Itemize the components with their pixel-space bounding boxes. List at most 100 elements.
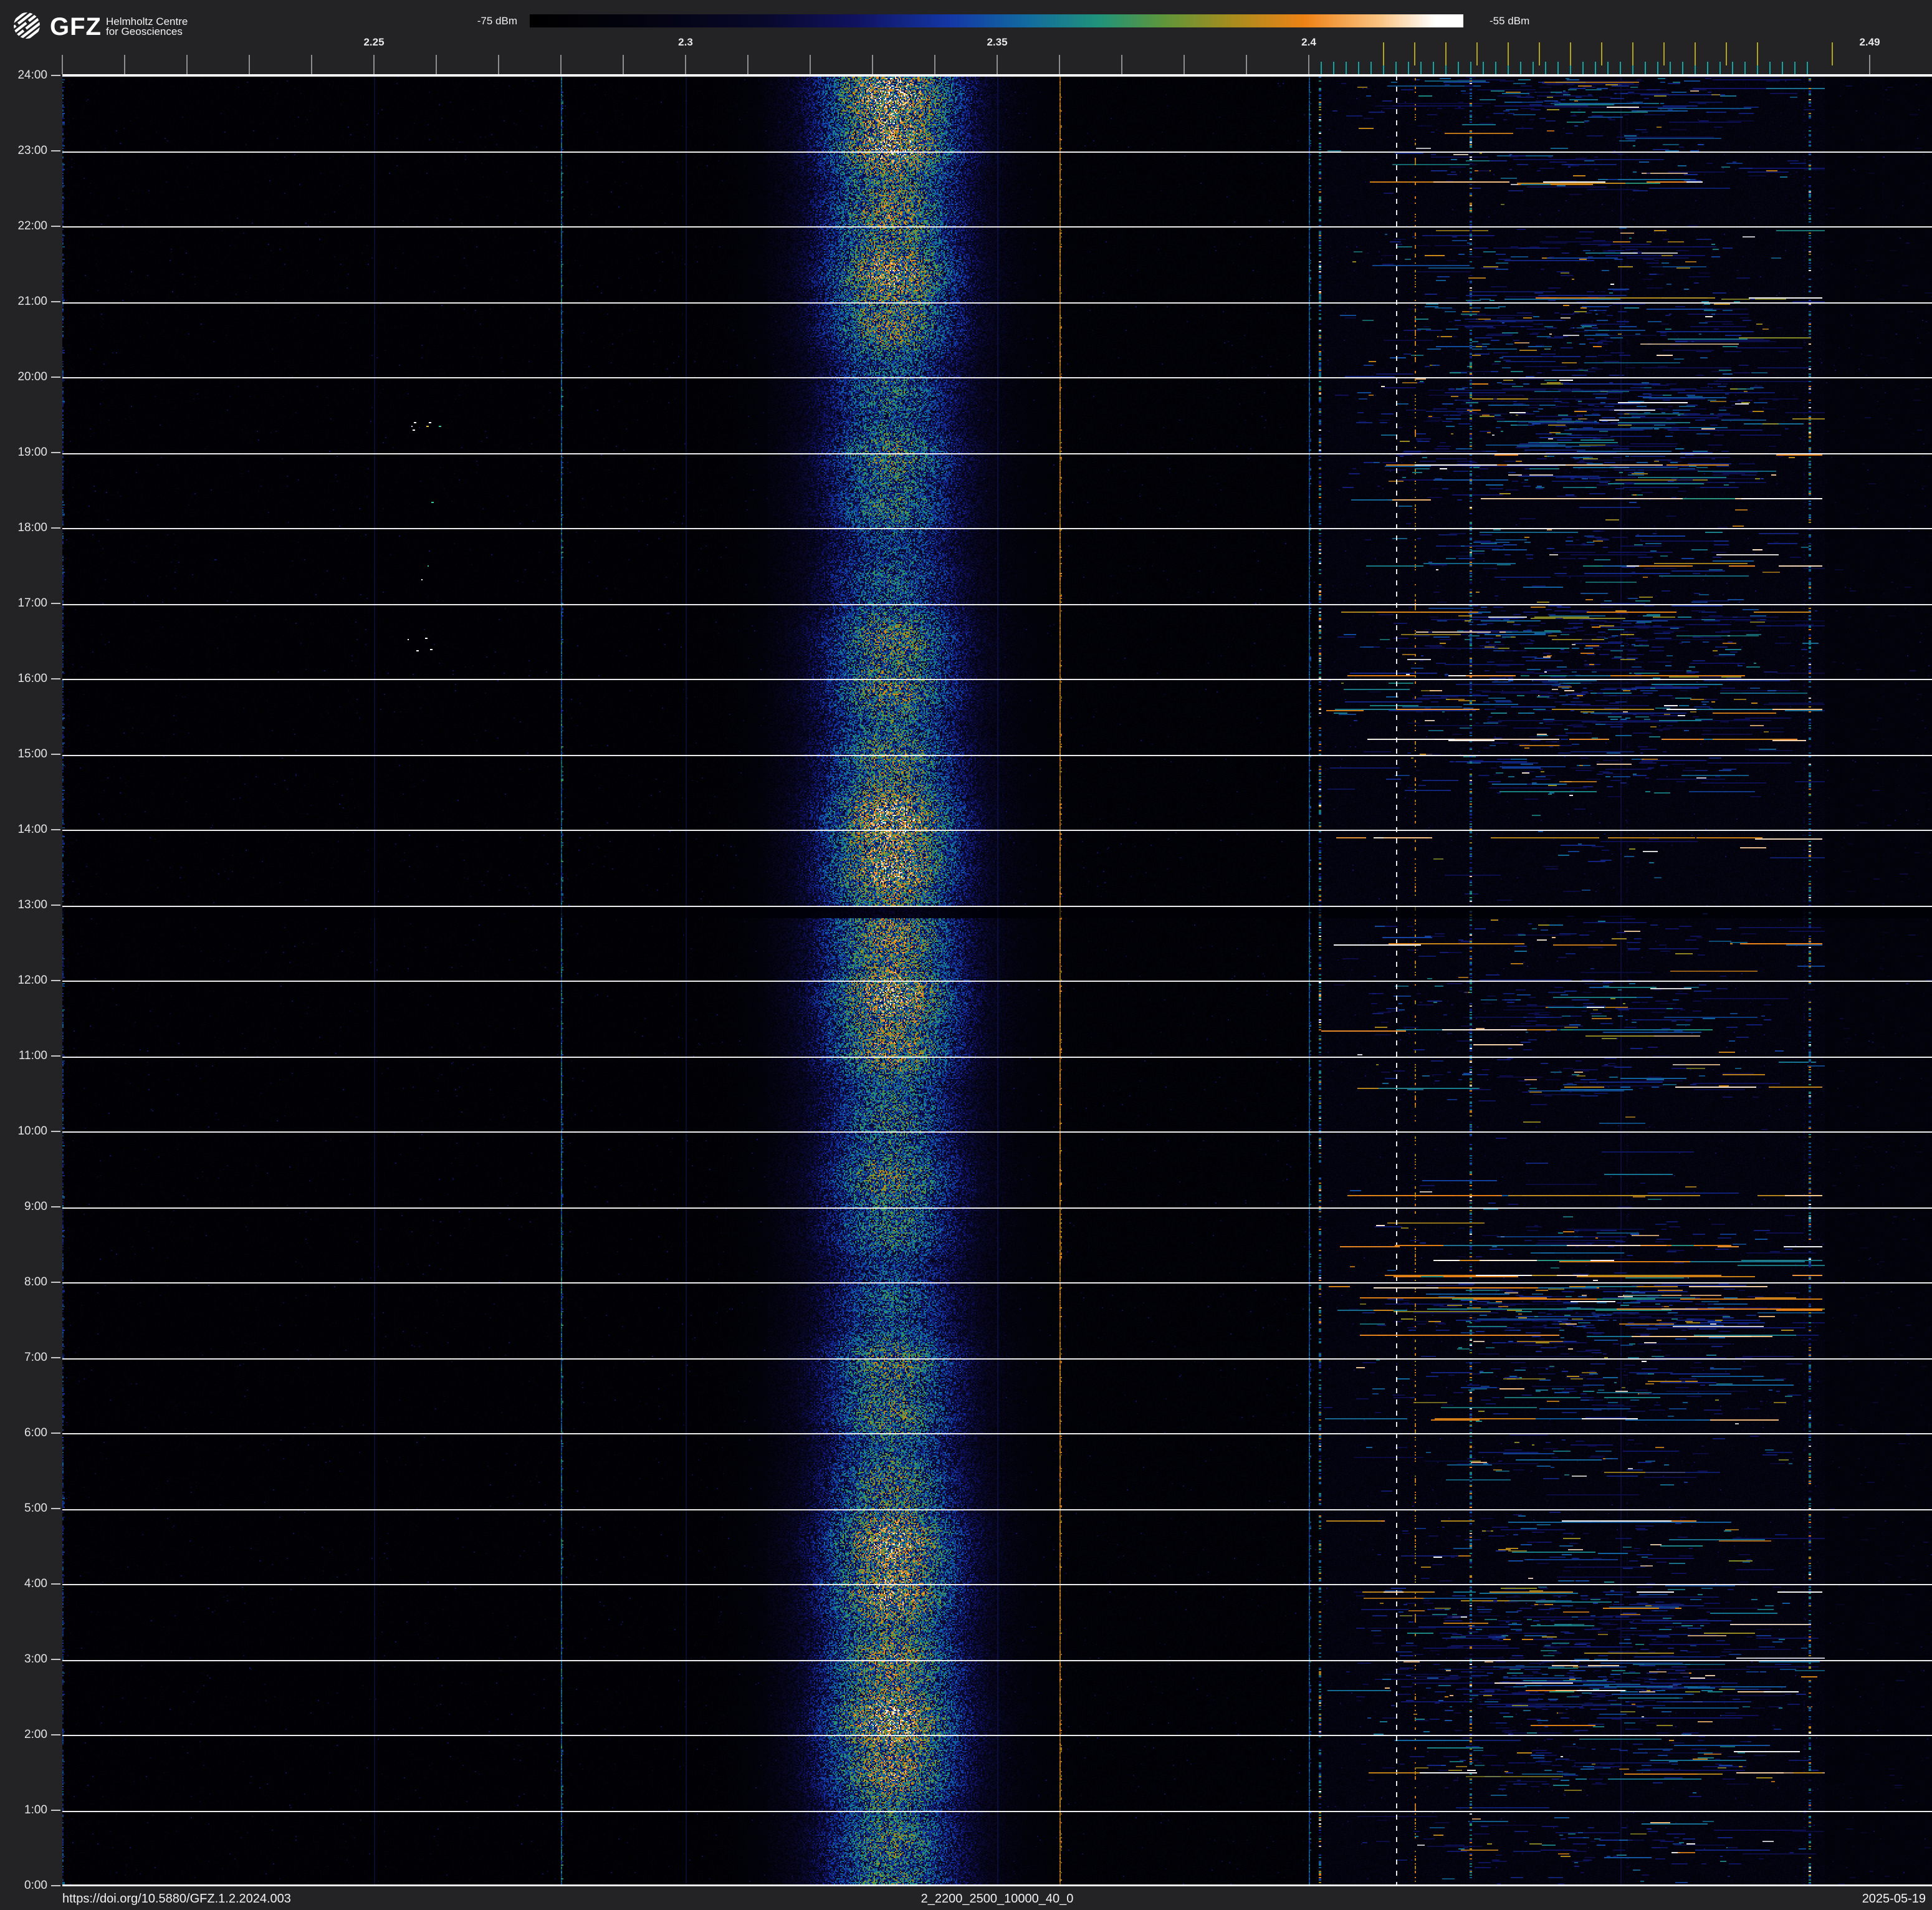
- time-tick-label: 2:00: [24, 1728, 47, 1741]
- frequency-tick: [249, 55, 250, 74]
- time-tick-label: 23:00: [17, 144, 47, 157]
- logo-subtitle-line2: for Geosciences: [106, 26, 183, 37]
- time-tick-label: 24:00: [17, 69, 47, 82]
- footer-dataset-id: 2_2200_2500_10000_40_0: [921, 1892, 1074, 1906]
- time-tick: [51, 1055, 60, 1057]
- time-tick-label: 3:00: [24, 1653, 47, 1666]
- wifi-channel-tick: [1832, 42, 1833, 65]
- frequency-tick: [810, 55, 811, 74]
- wifi-channel-tick: [1414, 42, 1415, 65]
- ble-channel-tick: [1732, 62, 1733, 74]
- time-tick: [51, 75, 60, 76]
- ble-channel-tick: [1719, 62, 1721, 74]
- wifi-channel-tick: [1663, 42, 1665, 65]
- ble-channel-tick: [1545, 62, 1546, 74]
- colorbar: [530, 14, 1463, 27]
- footer-date: 2025-05-19: [1862, 1892, 1926, 1906]
- time-tick: [51, 1885, 60, 1886]
- time-tick: [51, 301, 60, 302]
- time-tick-label: 5:00: [24, 1502, 47, 1515]
- time-tick-label: 15:00: [17, 747, 47, 761]
- ble-channel-tick: [1595, 62, 1596, 74]
- frequency-tick-label: 2.25: [363, 36, 385, 48]
- ble-channel-tick: [1645, 62, 1646, 74]
- time-tick: [51, 377, 60, 378]
- time-tick: [51, 1131, 60, 1132]
- frequency-tick: [685, 55, 686, 74]
- ble-channel-tick: [1458, 62, 1459, 74]
- ble-channel-tick: [1682, 62, 1683, 74]
- ble-channel-tick: [1657, 62, 1658, 74]
- time-tick: [51, 829, 60, 830]
- ble-channel-tick: [1483, 62, 1484, 74]
- frequency-tick: [934, 55, 935, 74]
- time-tick-label: 21:00: [17, 295, 47, 308]
- frequency-tick-label: 2.3: [678, 36, 693, 48]
- ble-channel-tick: [1370, 62, 1372, 74]
- ble-channel-tick: [1794, 62, 1796, 74]
- wifi-channel-tick: [1570, 42, 1571, 65]
- time-tick-label: 22:00: [17, 219, 47, 233]
- wifi-channel-tick: [1539, 42, 1540, 65]
- time-tick: [51, 150, 60, 151]
- frequency-tick: [498, 55, 499, 74]
- time-tick-label: 13:00: [17, 898, 47, 911]
- time-tick-label: 14:00: [17, 823, 47, 836]
- ble-channel-tick: [1333, 62, 1334, 74]
- ble-channel-tick: [1744, 62, 1746, 74]
- ble-channel-tick: [1495, 62, 1496, 74]
- frequency-tick-label: 2.35: [987, 36, 1008, 48]
- colorbar-max-label: -55 dBm: [1490, 15, 1530, 27]
- colorbar-min-label: -75 dBm: [477, 15, 517, 27]
- time-tick: [51, 980, 60, 981]
- ble-channel-tick: [1607, 62, 1609, 74]
- ble-channel-tick: [1395, 62, 1397, 74]
- ble-channel-tick: [1782, 62, 1783, 74]
- time-tick: [51, 905, 60, 906]
- ble-channel-tick: [1557, 62, 1559, 74]
- frequency-tick: [62, 55, 63, 74]
- frequency-tick: [1246, 55, 1247, 74]
- wifi-channel-tick: [1476, 42, 1478, 65]
- frequency-tick: [1308, 55, 1309, 74]
- wifi-channel-tick: [1632, 42, 1633, 65]
- time-tick-label: 19:00: [17, 446, 47, 459]
- plot-bottom-axis-line: [62, 1885, 1932, 1886]
- gfz-spectrogram-page: GFZ Helmholtz Centre for Geosciences -75…: [0, 0, 1932, 1910]
- frequency-tick: [1121, 55, 1122, 74]
- ble-channel-tick: [1358, 62, 1359, 74]
- ble-channel-tick: [1470, 62, 1471, 74]
- ble-channel-tick: [1769, 62, 1771, 74]
- ble-channel-tick: [1321, 62, 1322, 74]
- frequency-tick: [560, 55, 562, 74]
- time-tick: [51, 1432, 60, 1434]
- time-tick-label: 8:00: [24, 1275, 47, 1289]
- time-tick: [51, 1583, 60, 1585]
- time-tick: [51, 678, 60, 679]
- frequency-tick: [373, 55, 375, 74]
- frequency-tick-label: 2.4: [1301, 36, 1316, 48]
- frequency-tick: [311, 55, 312, 74]
- time-tick: [51, 452, 60, 453]
- gfz-logo-icon: [14, 12, 40, 39]
- frequency-tick: [1184, 55, 1185, 74]
- time-tick-label: 11:00: [18, 1049, 47, 1062]
- time-tick: [51, 1508, 60, 1509]
- frequency-tick: [623, 55, 624, 74]
- time-tick: [51, 1282, 60, 1283]
- time-tick: [51, 527, 60, 529]
- time-tick-label: 4:00: [24, 1577, 47, 1590]
- frequency-tick: [747, 55, 748, 74]
- time-tick: [51, 1810, 60, 1811]
- time-tick-label: 20:00: [17, 370, 47, 383]
- time-tick: [51, 754, 60, 755]
- wifi-channel-tick: [1445, 42, 1447, 65]
- frequency-tick: [1869, 55, 1870, 74]
- wifi-channel-tick: [1757, 42, 1758, 65]
- spectrogram-canvas: [62, 75, 1932, 1886]
- time-tick: [51, 1357, 60, 1358]
- time-tick-label: 0:00: [24, 1879, 47, 1892]
- ble-channel-tick: [1408, 62, 1409, 74]
- frequency-tick: [872, 55, 873, 74]
- time-tick-label: 1:00: [24, 1803, 47, 1816]
